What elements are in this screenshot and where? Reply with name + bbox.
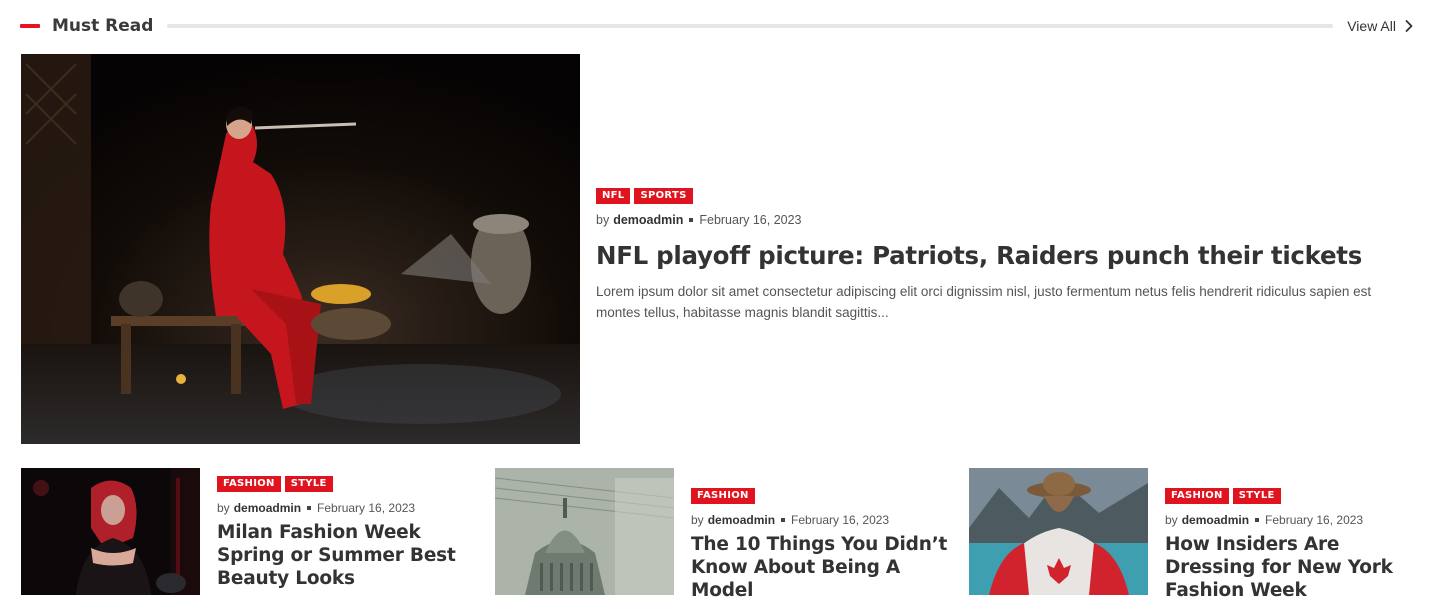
featured-tags: NFL SPORTS bbox=[596, 188, 1416, 204]
view-all-link[interactable]: View All bbox=[1347, 18, 1416, 34]
meta-separator bbox=[1255, 518, 1260, 522]
card-tags: FASHION STYLE bbox=[1165, 488, 1425, 504]
post-date: February 16, 2023 bbox=[699, 213, 802, 227]
tag-style[interactable]: STYLE bbox=[1232, 488, 1281, 504]
tag-fashion[interactable]: FASHION bbox=[217, 476, 281, 492]
featured-image[interactable] bbox=[21, 54, 580, 444]
byline-prefix: by bbox=[691, 513, 704, 527]
author-link[interactable]: demoadmin bbox=[613, 213, 683, 227]
meta-separator bbox=[307, 506, 312, 510]
view-all-label: View All bbox=[1347, 18, 1396, 34]
featured-title-link[interactable]: NFL playoff picture: Patriots, Raiders p… bbox=[596, 240, 1416, 272]
section-accent-bar bbox=[20, 24, 40, 28]
card-body: FASHION STYLE by demoadmin February 16, … bbox=[1165, 488, 1425, 602]
card-thumbnail[interactable] bbox=[21, 468, 200, 595]
article-card: FASHION STYLE by demoadmin February 16, … bbox=[21, 468, 481, 595]
card-body: FASHION STYLE by demoadmin February 16, … bbox=[217, 476, 477, 590]
tag-fashion[interactable]: FASHION bbox=[691, 488, 755, 504]
featured-excerpt: Lorem ipsum dolor sit amet consectetur a… bbox=[596, 284, 1372, 320]
card-tags: FASHION bbox=[691, 488, 951, 504]
card-title-link[interactable]: The 10 Things You Didn’t Know About Bein… bbox=[691, 533, 951, 602]
card-tags: FASHION STYLE bbox=[217, 476, 477, 492]
post-date: February 16, 2023 bbox=[1265, 513, 1364, 527]
article-card: FASHION STYLE by demoadmin February 16, … bbox=[969, 468, 1416, 601]
card-title-link[interactable]: How Insiders Are Dressing for New York F… bbox=[1165, 533, 1425, 602]
section-divider bbox=[167, 24, 1334, 28]
tag-sports[interactable]: SPORTS bbox=[634, 188, 693, 204]
post-date: February 16, 2023 bbox=[791, 513, 890, 527]
card-meta: by demoadmin February 16, 2023 bbox=[1165, 513, 1425, 527]
tag-fashion[interactable]: FASHION bbox=[1165, 488, 1229, 504]
tag-style[interactable]: STYLE bbox=[284, 476, 333, 492]
author-link[interactable]: demoadmin bbox=[708, 513, 775, 527]
byline-prefix: by bbox=[596, 213, 610, 227]
tag-nfl[interactable]: NFL bbox=[596, 188, 631, 204]
card-thumbnail[interactable] bbox=[969, 468, 1148, 595]
article-card: FASHION by demoadmin February 16, 2023 T… bbox=[495, 468, 955, 601]
card-meta: by demoadmin February 16, 2023 bbox=[691, 513, 951, 527]
byline-prefix: by bbox=[1165, 513, 1178, 527]
chevron-right-icon bbox=[1405, 20, 1413, 32]
card-meta: by demoadmin February 16, 2023 bbox=[217, 501, 477, 515]
section-header: Must Read View All bbox=[20, 14, 1416, 38]
author-link[interactable]: demoadmin bbox=[234, 501, 301, 515]
meta-separator bbox=[689, 218, 694, 222]
meta-separator bbox=[781, 518, 786, 522]
dollar-bill-capitol-image bbox=[495, 468, 674, 595]
canada-flag-traveler-image bbox=[969, 468, 1148, 595]
featured-article: NFL SPORTS by demoadmin February 16, 202… bbox=[596, 188, 1416, 323]
card-body: FASHION by demoadmin February 16, 2023 T… bbox=[691, 488, 951, 602]
featured-meta: by demoadmin February 16, 2023 bbox=[596, 213, 1416, 227]
post-date: February 16, 2023 bbox=[317, 501, 416, 515]
card-thumbnail[interactable] bbox=[495, 468, 674, 595]
woman-red-hair-image bbox=[21, 468, 200, 595]
author-link[interactable]: demoadmin bbox=[1182, 513, 1249, 527]
byline-prefix: by bbox=[217, 501, 230, 515]
woman-in-red-image bbox=[21, 54, 580, 444]
card-title-link[interactable]: Milan Fashion Week Spring or Summer Best… bbox=[217, 521, 477, 590]
section-title: Must Read bbox=[52, 16, 154, 36]
